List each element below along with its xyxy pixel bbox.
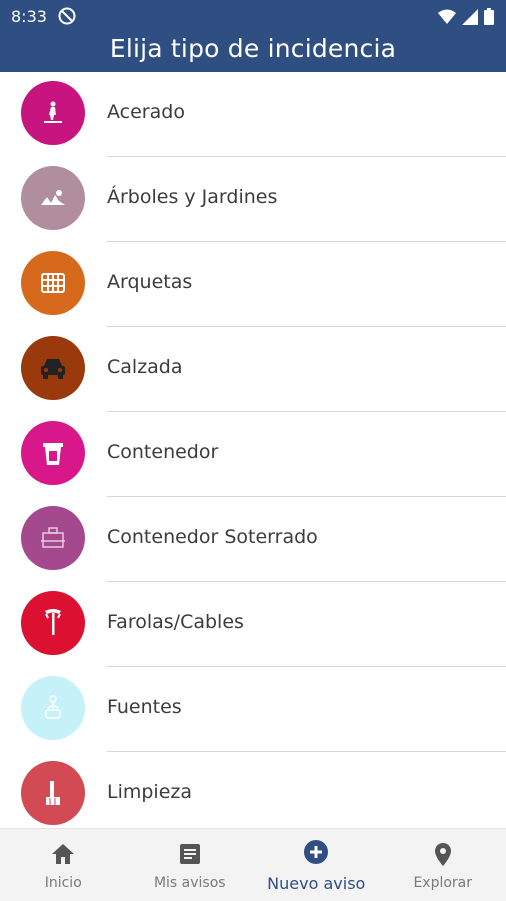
nav-label: Nuevo aviso [253, 874, 380, 893]
broom-icon [41, 779, 65, 807]
category-badge [21, 506, 85, 570]
car-icon [39, 356, 67, 380]
list-item-label: Arquetas [107, 271, 192, 293]
list-item-acerado[interactable]: Acerado [0, 72, 506, 157]
list-item-contenedor[interactable]: Contenedor [0, 412, 506, 497]
underground-bin-icon [40, 525, 66, 551]
list-item-farolas-cables[interactable]: Farolas/Cables [0, 582, 506, 667]
category-badge [21, 421, 85, 485]
nav-label: Explorar [380, 875, 506, 891]
pedestrian-icon [40, 100, 66, 126]
wifi-icon [438, 9, 456, 25]
bin-icon [42, 440, 64, 466]
list-item-arboles-y-jardines[interactable]: Árboles y Jardines [0, 157, 506, 242]
category-badge [21, 251, 85, 315]
grate-icon [40, 270, 66, 296]
list-item-label: Contenedor [107, 441, 218, 463]
list-item-label: Calzada [107, 356, 183, 378]
list-item-label: Contenedor Soterrado [107, 526, 318, 548]
nav-label: Inicio [0, 875, 127, 891]
list-item-limpieza[interactable]: Limpieza [0, 752, 506, 828]
category-badge [21, 81, 85, 145]
list-item-label: Acerado [107, 101, 185, 123]
list-item-label: Fuentes [107, 696, 182, 718]
category-badge [21, 591, 85, 655]
document-icon [177, 841, 203, 867]
status-time: 8:33 [11, 7, 47, 26]
category-badge [21, 676, 85, 740]
do-not-disturb-icon [58, 7, 76, 25]
nav-item-inicio[interactable]: Inicio [0, 829, 127, 901]
nav-label: Mis avisos [127, 875, 254, 891]
list-item-contenedor-soterrado[interactable]: Contenedor Soterrado [0, 497, 506, 582]
bottom-navigation: Inicio Mis avisos Nuevo aviso Explorar [0, 828, 506, 901]
status-bar: 8:33 [0, 0, 506, 32]
add-circle-icon [303, 839, 329, 865]
app-bar: 8:33 Elija tipo de incidencia [0, 0, 506, 72]
category-badge [21, 166, 85, 230]
battery-icon [484, 8, 494, 25]
streetlight-icon [42, 608, 64, 638]
location-pin-icon [430, 841, 456, 867]
category-badge [21, 336, 85, 400]
fountain-icon [41, 694, 65, 722]
nav-item-mis-avisos[interactable]: Mis avisos [127, 829, 254, 901]
list-item-label: Árboles y Jardines [107, 186, 277, 208]
page-title: Elija tipo de incidencia [0, 34, 506, 63]
nav-item-nuevo-aviso[interactable]: Nuevo aviso [253, 829, 380, 901]
list-item-fuentes[interactable]: Fuentes [0, 667, 506, 752]
list-item-arquetas[interactable]: Arquetas [0, 242, 506, 327]
signal-icon [462, 9, 478, 25]
list-item-label: Farolas/Cables [107, 611, 244, 633]
category-badge [21, 761, 85, 825]
list-item-label: Limpieza [107, 781, 192, 803]
list-item-calzada[interactable]: Calzada [0, 327, 506, 412]
nav-item-explorar[interactable]: Explorar [380, 829, 506, 901]
incident-type-list: Acerado Árboles y Jardines Arquetas [0, 72, 506, 828]
garden-icon [39, 187, 67, 209]
home-icon [50, 841, 76, 867]
